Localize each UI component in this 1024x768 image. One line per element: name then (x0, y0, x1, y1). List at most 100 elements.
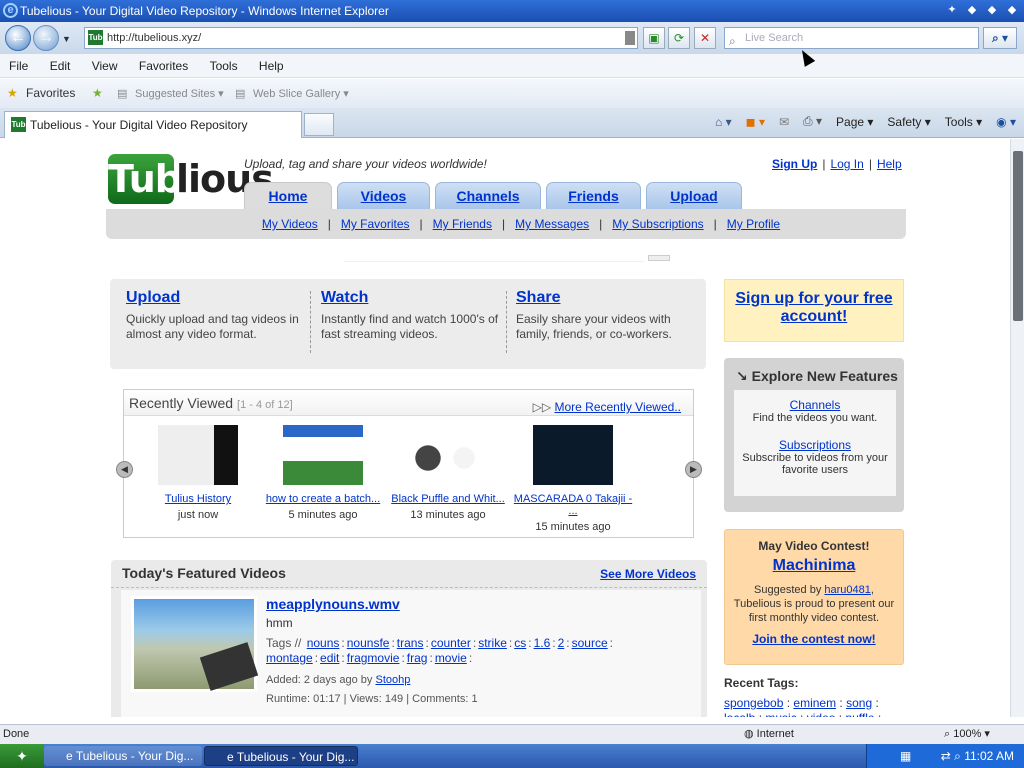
mail-icon[interactable]: ✉ (779, 115, 789, 129)
menu-tools[interactable]: Tools (201, 54, 247, 78)
history-dropdown-icon[interactable]: ▼ (62, 34, 71, 44)
video-thumbnail[interactable] (408, 425, 488, 485)
address-dropdown-icon[interactable] (625, 31, 635, 45)
network-icon[interactable]: ⇄ (941, 749, 951, 763)
tag-link[interactable]: movie (435, 651, 467, 665)
video-thumbnail[interactable] (158, 425, 238, 485)
tab-home[interactable]: Home (244, 182, 332, 209)
subnav-my-messages[interactable]: My Messages (515, 217, 589, 231)
tag-link[interactable]: music (765, 711, 796, 717)
zoom-control[interactable]: ⌕ 100% ▾ (944, 725, 990, 744)
tag-link[interactable]: strike (478, 636, 507, 650)
address-bar[interactable]: Tub http://tubelious.xyz/ (84, 27, 638, 49)
menu-help[interactable]: Help (250, 54, 293, 78)
tag-link[interactable]: cs (514, 636, 526, 650)
recent-item-title[interactable]: how to create a batch... (266, 493, 380, 505)
join-contest-link[interactable]: Join the contest now! (725, 632, 903, 646)
tag-link[interactable]: video (807, 711, 836, 717)
tag-link[interactable]: montage (266, 651, 313, 665)
search-button[interactable]: ⌕ ▾ (983, 27, 1017, 49)
tab-tubelious[interactable]: Tub Tubelious - Your Digital Video Repos… (4, 111, 302, 138)
tag-link[interactable]: nounsfe (347, 636, 390, 650)
forward-button[interactable]: → (33, 25, 59, 51)
menu-view[interactable]: View (83, 54, 127, 78)
subnav-my-favorites[interactable]: My Favorites (341, 217, 410, 231)
recent-item-title[interactable]: Black Puffle and Whit... (391, 493, 505, 505)
scrollbar-thumb[interactable] (1013, 151, 1023, 321)
menu-file[interactable]: File (0, 54, 37, 78)
subnav-my-profile[interactable]: My Profile (727, 217, 780, 231)
tag-link[interactable]: song (846, 696, 872, 710)
refresh-icon[interactable]: ⟳ (668, 27, 690, 49)
safety-menu[interactable]: Safety ▾ (887, 115, 930, 129)
vertical-scrollbar[interactable] (1010, 139, 1024, 717)
pin-icon[interactable]: ✦ (944, 2, 960, 18)
intro-share-link[interactable]: Share (516, 289, 560, 306)
taskbar-item-active[interactable]: e Tubelious - Your Dig... (204, 746, 358, 766)
tag-link[interactable]: nouns (307, 636, 340, 650)
tag-link[interactable]: eminem (793, 696, 836, 710)
explore-channels-link[interactable]: Channels (734, 398, 896, 412)
compat-view-icon[interactable]: ▣ (643, 27, 665, 49)
stop-icon[interactable]: ✕ (694, 27, 716, 49)
print-icon[interactable]: ⎙ ▾ (803, 114, 822, 129)
contest-user-link[interactable]: haru0481 (824, 584, 871, 596)
subnav-my-friends[interactable]: My Friends (433, 217, 492, 231)
tab-channels[interactable]: Channels (435, 182, 541, 209)
see-more-videos-link[interactable]: See More Videos (600, 567, 696, 581)
contest-name-link[interactable]: Machinima (725, 557, 903, 575)
maximize-button[interactable]: ◆ (984, 2, 1000, 18)
featured-thumbnail[interactable] (131, 596, 259, 692)
scroll-left-button[interactable]: ◀ (116, 461, 133, 478)
suggested-sites-link[interactable]: Suggested Sites ▾ (135, 87, 224, 100)
minimize-button[interactable]: ◆ (964, 2, 980, 18)
tag-link[interactable]: fragmovie (347, 651, 400, 665)
tag-link[interactable]: counter (431, 636, 471, 650)
clock[interactable]: 11:02 AM (964, 749, 1014, 763)
subnav-my-videos[interactable]: My Videos (262, 217, 318, 231)
intro-upload-link[interactable]: Upload (126, 289, 180, 306)
favorites-button[interactable]: Favorites (26, 86, 75, 100)
start-button[interactable]: ✦ (0, 744, 44, 768)
help-link[interactable]: Help (877, 157, 902, 171)
tag-link[interactable]: trans (397, 636, 424, 650)
video-thumbnail[interactable] (283, 425, 363, 485)
tag-link[interactable]: source (572, 636, 608, 650)
featured-title[interactable]: meapplynouns.wmv (266, 596, 400, 612)
tab-videos[interactable]: Videos (337, 182, 430, 209)
feeds-icon[interactable]: ◼ ▾ (746, 115, 765, 129)
tag-link[interactable]: localb (724, 711, 755, 717)
more-recently-viewed-link[interactable]: More Recently Viewed.. (554, 400, 681, 414)
close-button[interactable]: ◆ (1004, 2, 1020, 18)
author-link[interactable]: Stoohp (375, 674, 410, 686)
login-link[interactable]: Log In (830, 157, 863, 171)
help-icon[interactable]: ◉ ▾ (996, 115, 1016, 129)
recent-item-title[interactable]: Tulius History (165, 493, 231, 505)
new-tab-button[interactable] (304, 113, 334, 136)
tag-link[interactable]: puffle (845, 711, 874, 717)
recent-item-title[interactable]: MASCARADA 0 Takajii - ... (514, 493, 632, 517)
page-menu[interactable]: Page ▾ (836, 115, 873, 129)
signup-link[interactable]: Sign Up (772, 157, 817, 171)
add-favorite-icon[interactable]: ★ (92, 86, 103, 100)
taskbar-item[interactable]: e Tubelious - Your Dig... (44, 746, 202, 766)
video-thumbnail[interactable] (533, 425, 613, 485)
web-slice-gallery-link[interactable]: Web Slice Gallery ▾ (253, 87, 349, 100)
tag-link[interactable]: edit (320, 651, 339, 665)
intro-watch-link[interactable]: Watch (321, 289, 368, 306)
tag-link[interactable]: frag (407, 651, 428, 665)
search-input[interactable]: ⌕ Live Search (724, 27, 979, 49)
signup-cta-link[interactable]: Sign up for your free account! (735, 290, 892, 325)
tab-upload[interactable]: Upload (646, 182, 742, 209)
menu-favorites[interactable]: Favorites (130, 54, 197, 78)
subnav-my-subscriptions[interactable]: My Subscriptions (612, 217, 703, 231)
tag-link[interactable]: 1.6 (534, 636, 551, 650)
tab-friends[interactable]: Friends (546, 182, 641, 209)
keyboard-icon[interactable]: ▦ (900, 749, 911, 763)
tools-menu[interactable]: Tools ▾ (945, 115, 982, 129)
home-icon[interactable]: ⌂ ▾ (715, 115, 732, 129)
site-logo[interactable]: Tube lious (108, 154, 274, 206)
tag-link[interactable]: spongebob (724, 696, 783, 710)
tag-link[interactable]: 2 (558, 636, 565, 650)
back-button[interactable]: ← (5, 25, 31, 51)
